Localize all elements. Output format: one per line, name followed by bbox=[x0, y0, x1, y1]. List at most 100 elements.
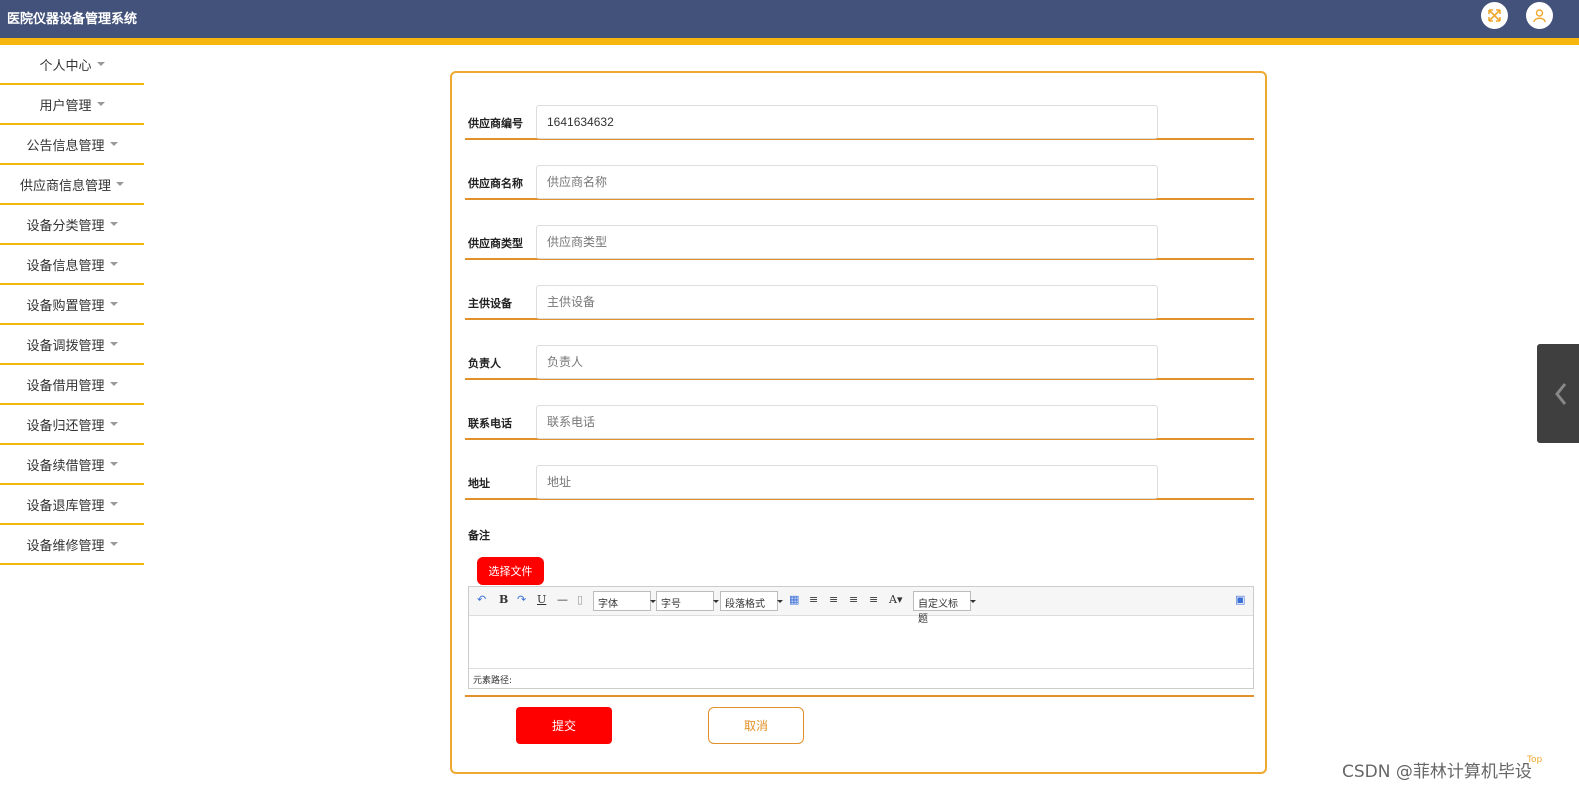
side-collapse-tab[interactable] bbox=[1537, 344, 1579, 443]
divider bbox=[465, 695, 1254, 697]
table-icon[interactable]: ▦ bbox=[789, 593, 799, 606]
top-bar: 医院仪器设备管理系统 bbox=[0, 0, 1579, 38]
custom-title-select[interactable]: 自定义标题 bbox=[913, 591, 976, 625]
sidebar-item-label: 设备购置管理 bbox=[26, 298, 105, 314]
sidebar-item-label: 设备借用管理 bbox=[26, 378, 105, 394]
supplier-code-input[interactable] bbox=[536, 105, 1158, 139]
font-family-select[interactable]: 字体 bbox=[593, 591, 656, 611]
sidebar-item-label: 设备归还管理 bbox=[26, 418, 105, 434]
form-row-supplier-code: 供应商编号 bbox=[465, 80, 1254, 140]
select-value: 段落格式 bbox=[725, 599, 765, 610]
form-row-main-equipment: 主供设备 bbox=[465, 260, 1254, 320]
editor-content-area[interactable] bbox=[469, 617, 1253, 667]
sidebar-item-category-management[interactable]: 设备分类管理 bbox=[0, 205, 144, 245]
paragraph-format-select[interactable]: 段落格式 bbox=[720, 591, 783, 611]
bold-icon[interactable]: B bbox=[499, 593, 508, 606]
caret-down-icon bbox=[109, 502, 118, 506]
font-size-select[interactable]: 字号 bbox=[656, 591, 719, 611]
font-color-icon[interactable]: A▾ bbox=[889, 593, 902, 606]
align-left-icon[interactable]: ≡ bbox=[809, 593, 818, 606]
sidebar-item-stock-return-management[interactable]: 设备退库管理 bbox=[0, 485, 144, 525]
sidebar-item-notice-management[interactable]: 公告信息管理 bbox=[0, 125, 144, 165]
form-row-supplier-name: 供应商名称 bbox=[465, 140, 1254, 200]
undo-icon[interactable]: ↶ bbox=[477, 593, 486, 606]
address-input[interactable] bbox=[536, 465, 1158, 499]
dropdown-arrow-icon bbox=[713, 600, 719, 603]
field-label: 供应商名称 bbox=[468, 177, 523, 190]
watermark: CSDN @菲林计算机毕设 bbox=[1342, 762, 1532, 782]
form-row-phone: 联系电话 bbox=[465, 380, 1254, 440]
field-label: 地址 bbox=[468, 477, 490, 490]
form-row-contact-person: 负责人 bbox=[465, 320, 1254, 380]
sidebar-item-label: 设备续借管理 bbox=[26, 458, 105, 474]
sidebar-item-borrow-management[interactable]: 设备借用管理 bbox=[0, 365, 144, 405]
field-label: 供应商类型 bbox=[468, 237, 523, 250]
fullscreen-icon[interactable] bbox=[1481, 2, 1508, 29]
sidebar-item-purchase-management[interactable]: 设备购置管理 bbox=[0, 285, 144, 325]
horizontal-rule-icon[interactable]: — bbox=[557, 593, 568, 606]
sidebar-item-label: 设备分类管理 bbox=[26, 218, 105, 234]
field-label: 负责人 bbox=[468, 357, 501, 370]
sidebar: 个人中心 用户管理 公告信息管理 供应商信息管理 设备分类管理 设备信息管理 设… bbox=[0, 45, 144, 565]
caret-down-icon bbox=[109, 302, 118, 306]
underline-icon[interactable]: U bbox=[537, 593, 546, 606]
choose-file-button[interactable]: 选择文件 bbox=[477, 557, 544, 585]
sidebar-item-supplier-management[interactable]: 供应商信息管理 bbox=[0, 165, 144, 205]
field-label: 主供设备 bbox=[468, 297, 512, 310]
field-label: 联系电话 bbox=[468, 417, 512, 430]
align-center-icon[interactable]: ≡ bbox=[849, 593, 858, 606]
contact-person-input[interactable] bbox=[536, 345, 1158, 379]
caret-down-icon bbox=[109, 222, 118, 226]
sidebar-item-label: 个人中心 bbox=[39, 58, 92, 74]
sidebar-item-equipment-info[interactable]: 设备信息管理 bbox=[0, 245, 144, 285]
submit-button[interactable]: 提交 bbox=[516, 707, 612, 744]
caret-down-icon bbox=[109, 342, 118, 346]
editor-toolbar: ↶ B ↷ U — ▯ 字体 字号 段落格式 ▦ ≡ ≡ ≡ ≡ A▾ 自定义标… bbox=[469, 587, 1253, 625]
sidebar-item-transfer-management[interactable]: 设备调拨管理 bbox=[0, 325, 144, 365]
rich-text-editor: ↶ B ↷ U — ▯ 字体 字号 段落格式 ▦ ≡ ≡ ≡ ≡ A▾ 自定义标… bbox=[468, 586, 1254, 689]
supplier-name-input[interactable] bbox=[536, 165, 1158, 199]
main-equipment-input[interactable] bbox=[536, 285, 1158, 319]
sidebar-item-repair-management[interactable]: 设备维修管理 bbox=[0, 525, 144, 565]
caret-down-icon bbox=[116, 182, 124, 186]
sidebar-item-personal-center[interactable]: 个人中心 bbox=[0, 45, 144, 85]
source-view-icon[interactable]: ▣ bbox=[1235, 593, 1245, 606]
dropdown-arrow-icon bbox=[777, 600, 783, 603]
note-label: 备注 bbox=[468, 529, 490, 542]
sidebar-item-label: 设备维修管理 bbox=[26, 538, 105, 554]
align-justify-icon[interactable]: ≡ bbox=[869, 593, 878, 606]
caret-down-icon bbox=[109, 422, 118, 426]
accent-stripe bbox=[0, 38, 1579, 45]
caret-down-icon bbox=[109, 142, 118, 146]
form-panel: 供应商编号 供应商名称 供应商类型 主供设备 负责人 联系电话 地址 备注 选择… bbox=[450, 71, 1267, 774]
select-value: 字号 bbox=[661, 599, 681, 610]
redo-icon[interactable]: ↷ bbox=[517, 593, 526, 606]
form-row-address: 地址 bbox=[465, 440, 1254, 500]
caret-down-icon bbox=[96, 102, 105, 106]
sidebar-item-label: 公告信息管理 bbox=[26, 138, 105, 154]
page-icon[interactable]: ▯ bbox=[577, 593, 583, 606]
align-right-icon[interactable]: ≡ bbox=[829, 593, 838, 606]
caret-down-icon bbox=[109, 542, 118, 546]
user-icon[interactable] bbox=[1526, 2, 1553, 29]
element-path: 元素路径: bbox=[469, 668, 1253, 688]
caret-down-icon bbox=[109, 382, 118, 386]
sidebar-item-label: 设备调拨管理 bbox=[26, 338, 105, 354]
sidebar-item-label: 供应商信息管理 bbox=[19, 178, 111, 194]
sidebar-item-label: 设备信息管理 bbox=[26, 258, 105, 274]
sidebar-item-label: 设备退库管理 bbox=[26, 498, 105, 514]
sidebar-item-return-management[interactable]: 设备归还管理 bbox=[0, 405, 144, 445]
dropdown-arrow-icon bbox=[970, 600, 976, 603]
caret-down-icon bbox=[96, 62, 105, 66]
caret-down-icon bbox=[109, 462, 118, 466]
app-title: 医院仪器设备管理系统 bbox=[7, 12, 138, 27]
sidebar-item-label: 用户管理 bbox=[39, 98, 92, 114]
sidebar-item-user-management[interactable]: 用户管理 bbox=[0, 85, 144, 125]
phone-input[interactable] bbox=[536, 405, 1158, 439]
sidebar-item-renew-management[interactable]: 设备续借管理 bbox=[0, 445, 144, 485]
form-row-supplier-type: 供应商类型 bbox=[465, 200, 1254, 260]
supplier-type-input[interactable] bbox=[536, 225, 1158, 259]
select-value: 字体 bbox=[598, 599, 618, 610]
caret-down-icon bbox=[109, 262, 118, 266]
cancel-button[interactable]: 取消 bbox=[708, 707, 804, 744]
